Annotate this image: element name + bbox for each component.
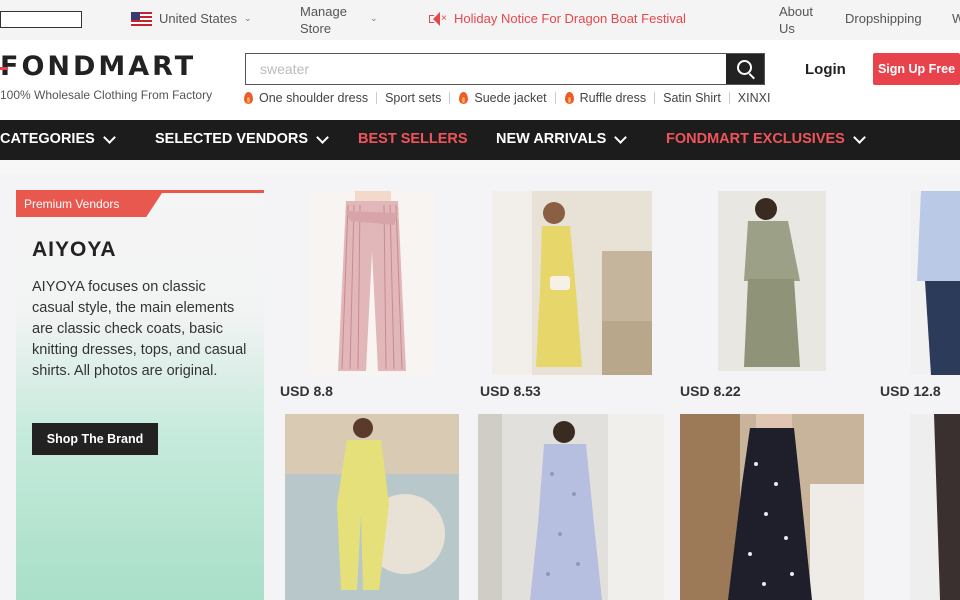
product-image[interactable] xyxy=(910,414,960,600)
brand-description: AIYOYA focuses on classic casual style, … xyxy=(32,279,247,379)
hot-search-label: XINXI xyxy=(737,91,771,105)
nav-label: CATEGORIES xyxy=(0,131,95,147)
divider xyxy=(654,92,656,104)
hot-search-label: Ruffle dress xyxy=(579,91,647,105)
tagline: 100% Wholesale Clothing From Factory xyxy=(0,88,213,102)
nav-label: SELECTED VENDORS xyxy=(155,131,309,147)
nav-label: BEST SELLERS xyxy=(358,131,468,147)
chevron-down-icon xyxy=(852,130,866,144)
product-image[interactable] xyxy=(680,414,864,600)
search-button[interactable] xyxy=(726,54,764,84)
hot-search-item[interactable]: Sport sets xyxy=(385,91,441,105)
divider xyxy=(554,92,556,104)
top-bar: United States ⌄ Manage Store ⌄ × Holiday… xyxy=(0,0,960,40)
nav-label: FONDMART EXCLUSIVES xyxy=(666,131,845,147)
search-icon xyxy=(737,60,752,75)
signup-button[interactable]: Sign Up Free xyxy=(873,53,960,85)
product-photo xyxy=(680,414,864,600)
topbar-extra-link[interactable]: W xyxy=(952,11,960,26)
hot-search-item[interactable]: XINXI xyxy=(738,91,771,105)
brand-name: AIYOYA xyxy=(32,238,117,261)
chevron-down-icon: ⌄ xyxy=(244,13,252,23)
fire-icon xyxy=(243,91,254,105)
premium-vendors-badge: Premium Vendors xyxy=(16,190,164,217)
fire-icon xyxy=(458,91,469,105)
shop-brand-button[interactable]: Shop The Brand xyxy=(32,423,158,455)
product-image[interactable] xyxy=(285,414,459,600)
holiday-notice-link[interactable]: × Holiday Notice For Dragon Boat Festiva… xyxy=(427,11,686,26)
holiday-notice-text: Holiday Notice For Dragon Boat Festival xyxy=(454,11,686,26)
product-image[interactable] xyxy=(492,191,652,375)
nav-exclusives[interactable]: FONDMART EXCLUSIVES xyxy=(666,130,866,147)
hot-search-label: One shoulder dress xyxy=(259,91,369,105)
hot-search-item[interactable]: Suede jacket xyxy=(458,91,547,105)
product-image[interactable] xyxy=(310,191,435,375)
nav-new-arrivals[interactable]: NEW ARRIVALS xyxy=(496,130,628,147)
language-selector[interactable] xyxy=(0,11,82,28)
chevron-down-icon xyxy=(614,130,628,144)
hot-search-label: Satin Shirt xyxy=(663,91,721,105)
divider xyxy=(376,92,378,104)
fondmart-logo[interactable]: FONDMART xyxy=(0,51,196,82)
spacer xyxy=(0,160,960,174)
nav-label: NEW ARRIVALS xyxy=(496,131,607,147)
product-photo xyxy=(478,414,664,600)
fire-icon xyxy=(564,91,575,105)
product-price: USD 12.8 xyxy=(880,383,941,399)
chevron-down-icon xyxy=(316,130,329,144)
nav-categories[interactable]: CATEGORIES xyxy=(0,130,116,147)
search-input[interactable] xyxy=(246,54,724,84)
us-flag-icon xyxy=(131,11,152,26)
nav-best-sellers[interactable]: BEST SELLERS xyxy=(358,131,468,147)
divider xyxy=(449,92,451,104)
country-selector[interactable]: United States ⌄ xyxy=(131,11,252,26)
divider xyxy=(728,92,730,104)
login-link[interactable]: Login xyxy=(805,61,846,78)
main-nav: CATEGORIES SELECTED VENDORS BEST SELLERS… xyxy=(0,120,960,160)
product-photo xyxy=(910,414,960,600)
product-image[interactable] xyxy=(911,191,960,375)
hot-search-item[interactable]: One shoulder dress xyxy=(243,91,368,105)
product-image[interactable] xyxy=(478,414,664,600)
speaker-icon: × xyxy=(427,11,447,26)
product-photo xyxy=(911,191,960,375)
product-photo xyxy=(285,414,459,600)
product-price: USD 8.8 xyxy=(280,383,333,399)
hot-search-item[interactable]: Satin Shirt xyxy=(663,91,721,105)
hot-search-label: Sport sets xyxy=(385,91,442,105)
chevron-down-icon: ⌄ xyxy=(370,13,378,23)
hot-search-label: Suede jacket xyxy=(474,91,547,105)
dropshipping-link[interactable]: Dropshipping xyxy=(845,11,922,26)
header: FONDMART 100% Wholesale Clothing From Fa… xyxy=(0,40,960,120)
nav-selected-vendors[interactable]: SELECTED VENDORS xyxy=(155,130,329,147)
product-photo xyxy=(310,191,435,375)
product-price: USD 8.22 xyxy=(680,383,741,399)
manage-store-link[interactable]: Manage Store xyxy=(300,3,347,37)
country-label: United States xyxy=(159,11,238,26)
about-us-link[interactable]: About Us xyxy=(779,3,813,37)
hot-searches: One shoulder dress Sport sets Suede jack… xyxy=(243,91,770,105)
product-price: USD 8.53 xyxy=(480,383,541,399)
logo-mark xyxy=(0,67,8,70)
search-box xyxy=(245,53,765,85)
product-image[interactable] xyxy=(718,191,826,371)
hot-search-item[interactable]: Ruffle dress xyxy=(564,91,646,105)
product-photo xyxy=(492,191,652,375)
product-photo xyxy=(718,191,826,371)
chevron-down-icon xyxy=(102,130,116,144)
